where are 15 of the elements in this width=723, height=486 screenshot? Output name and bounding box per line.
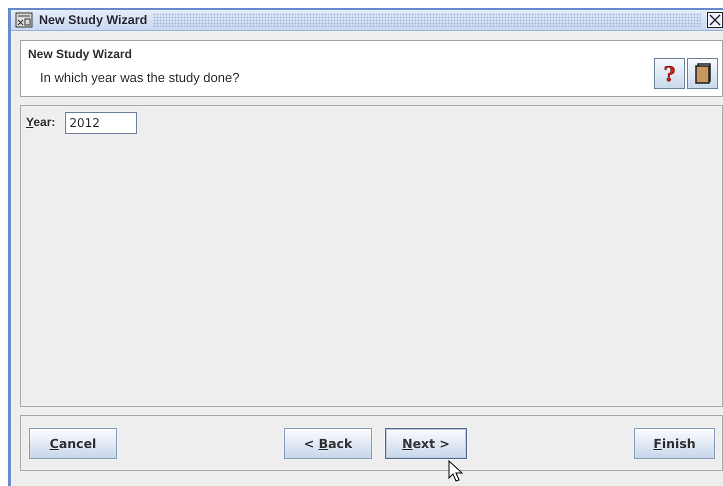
wizard-title: New Study Wizard	[28, 47, 133, 61]
wizard-question: In which year was the study done?	[40, 70, 240, 85]
cancel-button[interactable]: Cancel	[29, 428, 117, 458]
finish-button[interactable]: Finish	[634, 428, 715, 458]
mouse-cursor-icon	[448, 460, 464, 484]
next-button[interactable]: Next >	[385, 428, 467, 458]
close-icon[interactable]	[707, 12, 723, 28]
help-button[interactable]: ?	[654, 58, 685, 89]
app-icon	[15, 12, 33, 28]
year-field[interactable]: 2012	[65, 112, 138, 134]
book-button[interactable]	[687, 58, 718, 89]
window-title: New Study Wizard	[39, 13, 148, 27]
year-label: Year:	[26, 115, 56, 129]
book-icon	[694, 62, 712, 84]
back-button[interactable]: < Back	[284, 428, 372, 458]
